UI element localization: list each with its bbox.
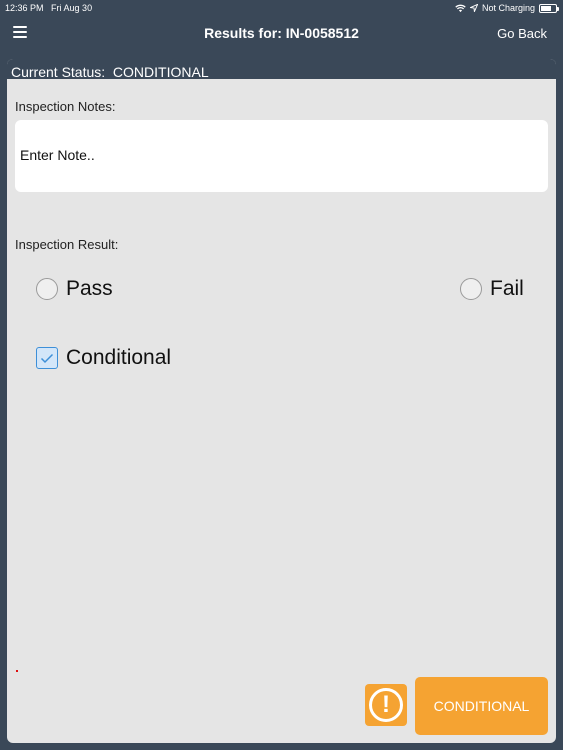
exclamation-circle-icon: ! [369,688,403,722]
inspection-result-label: Inspection Result: [15,237,119,252]
results-panel: Current Status: CONDITIONAL Inspection N… [7,59,556,743]
current-status-header: Current Status: CONDITIONAL [7,59,556,80]
conditional-status-button[interactable]: CONDITIONAL [415,677,548,735]
conditional-checkbox-icon[interactable] [36,347,58,369]
battery-icon [539,3,559,13]
go-back-button[interactable]: Go Back [497,26,547,41]
page-title: Results for: IN-0058512 [204,25,359,41]
conditional-label: Conditional [66,346,172,369]
result-option-fail[interactable]: Fail [460,277,524,301]
inspection-notes-input[interactable]: Enter Note.. [15,120,548,192]
result-option-conditional[interactable]: Conditional [36,346,171,370]
checkmark-icon [40,353,54,363]
inspection-notes-label: Inspection Notes: [15,99,116,114]
status-time-date: 12:36 PM Fri Aug 30 [5,3,92,13]
fail-label: Fail [490,277,524,300]
alert-button[interactable]: ! [365,684,407,726]
nav-bar: Results for: IN-0058512 Go Back [0,16,563,52]
status-time: 12:36 PM [5,3,44,13]
location-arrow-icon [469,4,478,12]
fail-radio-icon[interactable] [460,278,482,300]
wifi-icon [455,4,466,12]
status-date: Fri Aug 30 [51,3,93,13]
pass-radio-icon[interactable] [36,278,58,300]
pass-label: Pass [66,277,113,300]
battery-fill [541,5,551,11]
status-bar: 12:36 PM Fri Aug 30 Not Charging [0,0,563,16]
result-option-pass[interactable]: Pass [36,277,113,301]
status-right: Not Charging [455,3,559,13]
charging-status: Not Charging [481,3,535,13]
red-dot-marker [16,670,18,672]
